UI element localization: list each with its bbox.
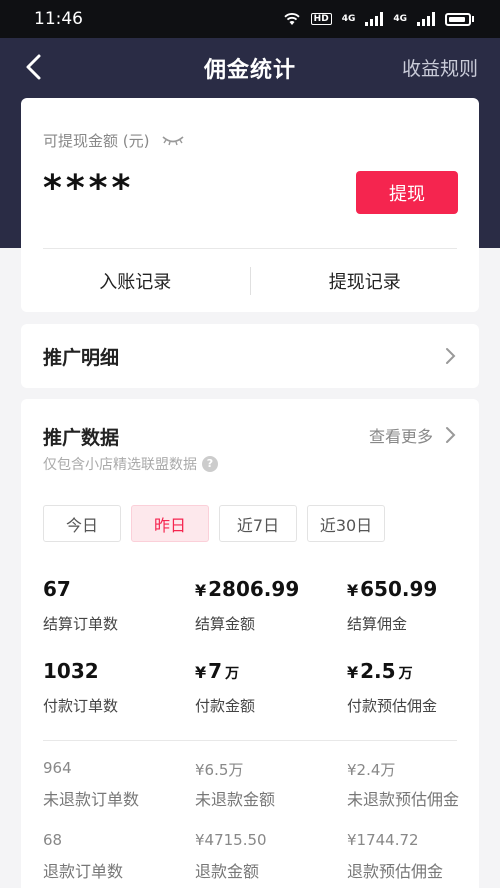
stat-label: 退款订单数 xyxy=(43,862,124,881)
main-stats-grid: 67 结算订单数 ¥2806.99 结算金额 ¥650.99 结算佣金 1032… xyxy=(43,577,463,741)
stat-value: 68 xyxy=(43,831,63,849)
stat-value: 964 xyxy=(43,759,72,777)
stat-number: 7 xyxy=(208,659,223,683)
stat-refund-amount: ¥4715.50 退款金额 xyxy=(195,831,347,888)
stat-label: 退款金额 xyxy=(195,862,260,881)
stat-label: 未退款订单数 xyxy=(43,790,140,809)
balance-value: **** xyxy=(43,168,135,209)
stat-value: 67 xyxy=(43,577,195,607)
stat-refund-orders: 68 退款订单数 xyxy=(43,831,195,888)
promo-detail-row[interactable]: 推广明细 xyxy=(21,324,479,388)
network-type-1: 4G xyxy=(341,14,356,24)
stat-non-refund-est-commission: ¥2.4万 未退款预估佣金 xyxy=(347,759,463,831)
status-time: 11:46 xyxy=(34,9,83,29)
status-icons: HD 4G 4G xyxy=(283,12,474,26)
stat-value: ¥650.99 xyxy=(347,577,463,607)
stat-value: ¥2806.99 xyxy=(195,577,347,607)
stat-paid-orders: 1032 付款订单数 xyxy=(43,659,195,741)
stat-paid-est-commission: ¥2.5 万 付款预估佣金 xyxy=(347,659,463,741)
stat-non-refund-amount: ¥6.5万 未退款金额 xyxy=(195,759,347,831)
tab-today[interactable]: 今日 xyxy=(43,505,121,542)
stat-value: ¥6.5万 xyxy=(195,761,244,779)
withdraw-button[interactable]: 提现 xyxy=(356,171,458,214)
stat-unit: 万 xyxy=(225,666,240,682)
chevron-right-icon xyxy=(446,427,456,443)
chevron-right-icon xyxy=(446,348,456,364)
stat-settled-orders: 67 结算订单数 xyxy=(43,577,195,659)
earning-rules-link[interactable]: 收益规则 xyxy=(402,54,478,81)
currency-symbol: ¥ xyxy=(195,663,207,682)
stat-value: ¥2.4万 xyxy=(347,761,396,779)
currency-symbol: ¥ xyxy=(347,663,359,682)
stat-unit: 万 xyxy=(398,666,413,682)
stats-subtitle: 仅包含小店精选联盟数据 xyxy=(43,457,197,473)
battery-tip xyxy=(472,16,474,22)
view-more-label: 查看更多 xyxy=(368,427,433,446)
tab-yesterday[interactable]: 昨日 xyxy=(131,505,209,542)
stat-settled-amount: ¥2806.99 结算金额 xyxy=(195,577,347,659)
currency-symbol: ¥ xyxy=(195,581,207,600)
stat-number: 2806.99 xyxy=(208,577,300,601)
stat-label: 结算订单数 xyxy=(43,615,119,633)
wifi-icon xyxy=(284,13,300,25)
divider xyxy=(43,740,457,741)
hd-badge: HD xyxy=(310,13,332,25)
promo-detail-title: 推广明细 xyxy=(43,346,120,369)
stat-number: 2.5 xyxy=(360,659,396,683)
secondary-stats-grid: 964 未退款订单数 ¥6.5万 未退款金额 ¥2.4万 未退款预估佣金 68 … xyxy=(43,759,463,888)
promo-stats-card: 推广数据 查看更多 仅包含小店精选联盟数据 ? 今日 昨日 近7日 近30日 6… xyxy=(21,399,479,888)
stat-label: 未退款金额 xyxy=(195,790,276,809)
stat-value: 1032 xyxy=(43,659,195,689)
income-records-link[interactable]: 入账记录 xyxy=(21,268,250,294)
stat-refund-est-commission: ¥1744.72 退款预估佣金 xyxy=(347,831,463,888)
date-range-tabs: 今日 昨日 近7日 近30日 xyxy=(43,505,385,542)
stat-value: ¥7 万 xyxy=(195,659,347,689)
stat-label: 付款金额 xyxy=(195,697,256,715)
signal-icon xyxy=(417,12,435,26)
stats-subtitle-row: 仅包含小店精选联盟数据 ? xyxy=(43,454,218,474)
status-bar: 11:46 HD 4G 4G xyxy=(0,0,500,38)
stat-label: 付款预估佣金 xyxy=(347,697,438,715)
balance-card: 可提现金额 (元) **** 提现 入账记录 提现记录 xyxy=(21,98,479,312)
balance-label-row: 可提现金额 (元) xyxy=(43,130,185,151)
network-type-2: 4G xyxy=(393,14,407,24)
stat-number: 67 xyxy=(43,577,71,601)
stat-non-refund-orders: 964 未退款订单数 xyxy=(43,759,195,831)
tab-last-30-days[interactable]: 近30日 xyxy=(307,505,385,542)
view-more-link[interactable]: 查看更多 xyxy=(369,423,457,447)
stat-value: ¥1744.72 xyxy=(347,831,419,849)
stat-value: ¥4715.50 xyxy=(195,831,267,849)
withdraw-records-link[interactable]: 提现记录 xyxy=(251,268,480,294)
eye-closed-icon[interactable] xyxy=(161,134,185,148)
stat-label: 退款预估佣金 xyxy=(347,862,444,881)
page-title: 佣金统计 xyxy=(203,58,296,83)
stat-paid-amount: ¥7 万 付款金额 xyxy=(195,659,347,741)
back-arrow-icon[interactable] xyxy=(20,52,50,82)
signal-icon xyxy=(365,12,384,26)
records-row: 入账记录 提现记录 xyxy=(21,249,479,312)
promo-stats-title: 推广数据 xyxy=(43,427,120,449)
stat-label: 结算佣金 xyxy=(347,615,408,633)
nav-bar: 佣金统计 收益规则 xyxy=(0,38,500,98)
stat-label: 付款订单数 xyxy=(43,697,119,715)
balance-label: 可提现金额 (元) xyxy=(43,132,150,150)
stat-label: 未退款预估佣金 xyxy=(347,790,460,809)
help-icon[interactable]: ? xyxy=(202,456,218,472)
currency-symbol: ¥ xyxy=(347,581,359,600)
stat-number: 650.99 xyxy=(360,577,438,601)
stat-number: 1032 xyxy=(43,659,99,683)
stat-value: ¥2.5 万 xyxy=(347,659,463,689)
stat-settled-commission: ¥650.99 结算佣金 xyxy=(347,577,463,659)
battery-icon xyxy=(445,12,471,26)
stat-label: 结算金额 xyxy=(195,615,256,633)
tab-last-7-days[interactable]: 近7日 xyxy=(219,505,297,542)
